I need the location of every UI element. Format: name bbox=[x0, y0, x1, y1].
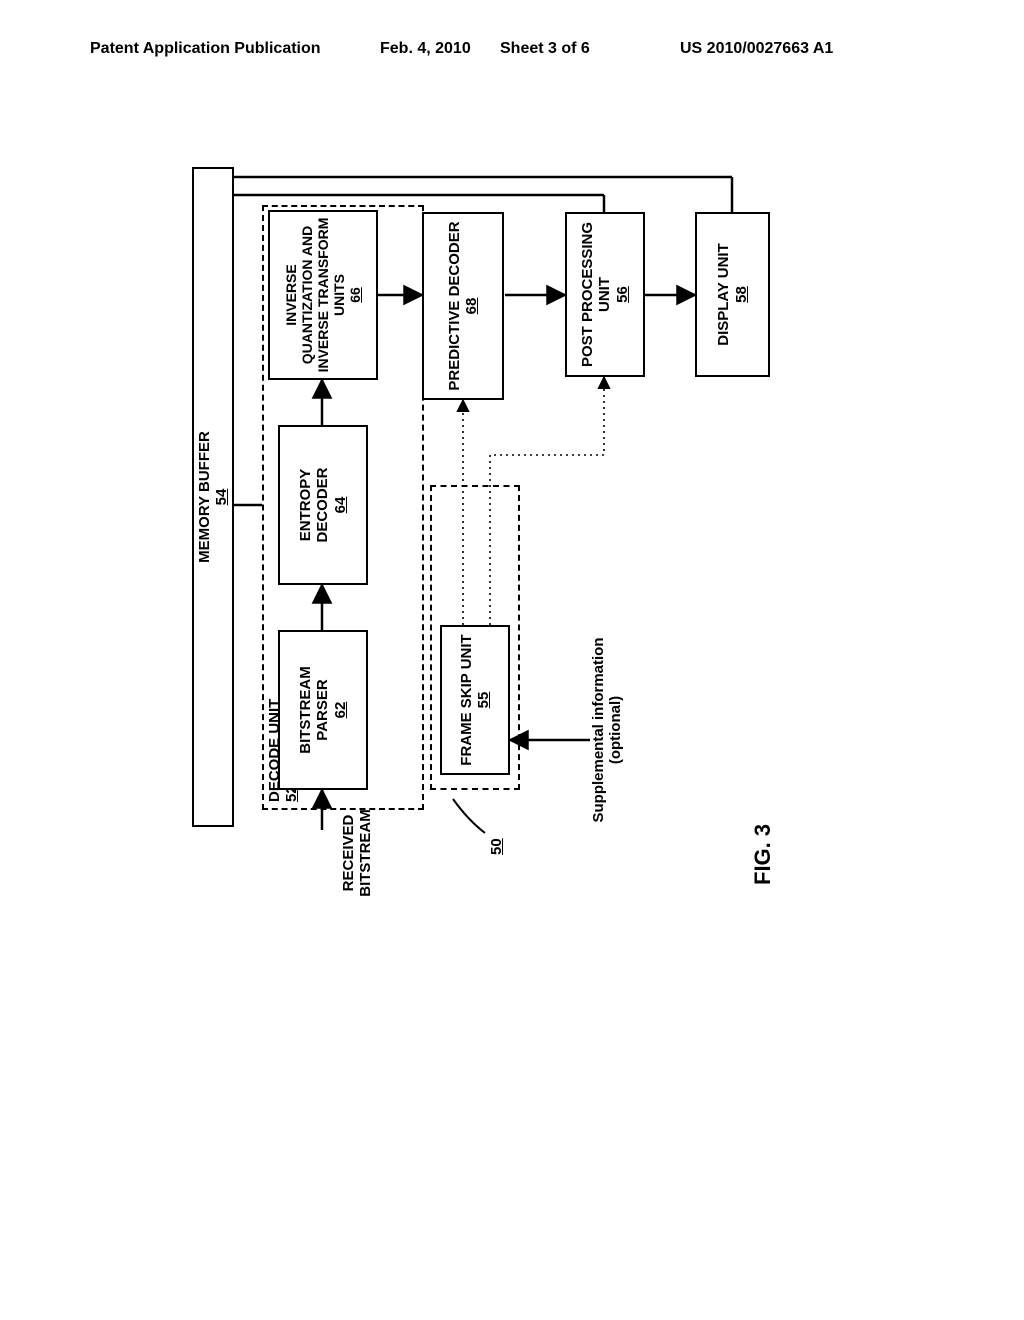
received-bitstream-label: RECEIVED BITSTREAM bbox=[340, 793, 375, 913]
system-ref: 50 bbox=[488, 838, 505, 855]
entropy-decoder-label: ENTROPY DECODER bbox=[297, 431, 332, 579]
entropy-decoder-block: ENTROPY DECODER 64 bbox=[278, 425, 368, 585]
predictive-decoder-block: PREDICTIVE DECODER 68 bbox=[422, 212, 504, 400]
predictive-decoder-ref: 68 bbox=[463, 298, 480, 315]
iqit-line2: QUANTIZATION AND bbox=[299, 226, 315, 364]
display-unit-ref: 58 bbox=[733, 286, 750, 303]
figure-label: FIG. 3 bbox=[750, 824, 776, 885]
bitstream-parser-label: BITSTREAM PARSER bbox=[297, 636, 332, 784]
supplemental-info-label: Supplemental information (optional) bbox=[590, 630, 625, 830]
display-unit-label: DISPLAY UNIT bbox=[715, 243, 732, 346]
predictive-decoder-label: PREDICTIVE DECODER bbox=[446, 221, 463, 390]
memory-buffer-block: MEMORY BUFFER 54 bbox=[192, 167, 234, 827]
iqit-line1: INVERSE bbox=[283, 264, 299, 325]
supp-l1: Supplemental information bbox=[590, 638, 607, 823]
post-processing-l2: UNIT bbox=[596, 277, 613, 312]
header-pubno: US 2010/0027663 A1 bbox=[680, 40, 833, 58]
diagram-stage: MEMORY BUFFER 54 DECODE UNIT 52 BITSTREA… bbox=[170, 185, 1024, 885]
supp-l2: (optional) bbox=[607, 696, 624, 764]
bitstream-parser-block: BITSTREAM PARSER 62 bbox=[278, 630, 368, 790]
header-date: Feb. 4, 2010 bbox=[380, 40, 471, 58]
entropy-decoder-ref: 64 bbox=[332, 497, 349, 514]
frame-skip-ref: 55 bbox=[475, 692, 492, 709]
frame-skip-label: FRAME SKIP UNIT bbox=[458, 634, 475, 765]
frame-skip-block: FRAME SKIP UNIT 55 bbox=[440, 625, 510, 775]
system-ref-label: 50 bbox=[488, 838, 505, 855]
received-l2: BITSTREAM bbox=[357, 809, 374, 897]
header-sheet: Sheet 3 of 6 bbox=[500, 40, 590, 58]
bitstream-parser-ref: 62 bbox=[332, 702, 349, 719]
inverse-quant-transform-block: INVERSE QUANTIZATION AND INVERSE TRANSFO… bbox=[268, 210, 378, 380]
post-processing-block: POST PROCESSING UNIT 56 bbox=[565, 212, 645, 377]
iqit-line4: UNITS bbox=[331, 274, 347, 316]
memory-buffer-label: MEMORY BUFFER bbox=[196, 431, 213, 563]
post-processing-l1: POST PROCESSING bbox=[579, 222, 596, 367]
received-l1: RECEIVED bbox=[340, 815, 357, 892]
iqit-line3: INVERSE TRANSFORM bbox=[315, 218, 331, 373]
post-processing-ref: 56 bbox=[614, 286, 631, 303]
display-unit-block: DISPLAY UNIT 58 bbox=[695, 212, 770, 377]
header-left: Patent Application Publication bbox=[90, 40, 321, 58]
iqit-ref: 66 bbox=[347, 287, 363, 303]
memory-buffer-ref: 54 bbox=[213, 489, 230, 506]
